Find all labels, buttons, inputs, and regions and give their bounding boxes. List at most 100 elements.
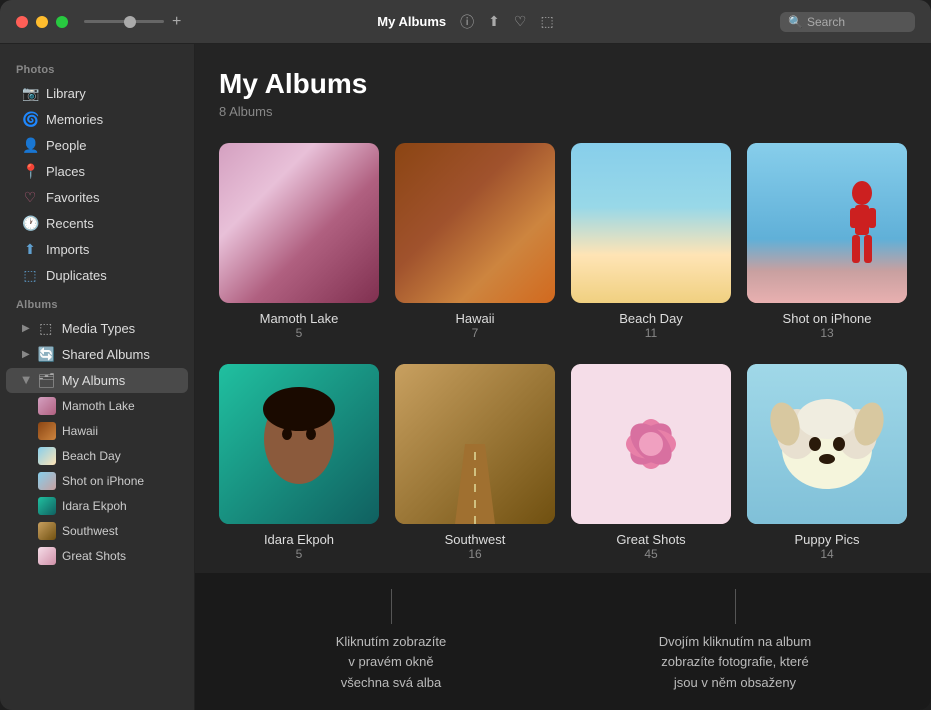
add-to-album-icon[interactable]: ⬚ [540, 13, 553, 30]
window-title: My Albums [377, 14, 446, 29]
sidebar-item-places-label: Places [46, 164, 85, 179]
minimize-button[interactable] [36, 16, 48, 28]
mamoth-thumb [38, 397, 56, 415]
slider-thumb [124, 16, 136, 28]
sub-mamoth-label: Mamoth Lake [62, 399, 135, 413]
album-puppy-pics[interactable]: Puppy Pics 14 [747, 364, 907, 561]
my-albums-icon: 🗂 [38, 372, 54, 389]
southwest-thumb [38, 522, 56, 540]
hawaii-count: 7 [472, 326, 479, 340]
mamoth-lake-thumb-bg [219, 143, 379, 303]
hawaii-thumb [38, 422, 56, 440]
sub-beach-label: Beach Day [62, 449, 121, 463]
sidebar-item-imports-label: Imports [46, 242, 89, 257]
content-subtitle: 8 Albums [219, 104, 907, 119]
titlebar-center: My Albums ⓘ ⬆ ♡ ⬚ [377, 12, 553, 32]
info-icon[interactable]: ⓘ [460, 12, 474, 32]
search-icon: 🔍 [788, 15, 803, 29]
mamoth-lake-thumb [219, 143, 379, 303]
sidebar-item-recents-label: Recents [46, 216, 94, 231]
sidebar-sub-beach-day[interactable]: Beach Day [6, 444, 188, 468]
idara-count: 5 [296, 547, 303, 561]
sidebar-item-media-types[interactable]: ▶ ⬚ Media Types [6, 316, 188, 341]
recents-icon: 🕐 [22, 215, 38, 232]
southwest-name: Southwest [445, 532, 506, 547]
puppy-pics-count: 14 [820, 547, 833, 561]
great-shots-count: 45 [644, 547, 657, 561]
app-window: + My Albums ⓘ ⬆ ♡ ⬚ 🔍 Photos 📷 Library [0, 0, 931, 710]
beach-day-thumb [571, 143, 731, 303]
share-icon[interactable]: ⬆ [488, 13, 500, 30]
sidebar-sub-mamoth-lake[interactable]: Mamoth Lake [6, 394, 188, 418]
sidebar-item-memories[interactable]: 🌀 Memories [6, 107, 188, 132]
annotation-right: Dvojím kliknutím na albumzobrazíte fotog… [563, 589, 907, 694]
people-icon: 👤 [22, 137, 38, 154]
annotation-area: Kliknutím zobrazítev pravém okněvšechna … [195, 573, 931, 710]
great-shots-name: Great Shots [616, 532, 685, 547]
shot-iphone-thumb [38, 472, 56, 490]
sidebar-item-places[interactable]: 📍 Places [6, 159, 188, 184]
idara-thumb-bg [219, 364, 379, 524]
beach-day-thumb [38, 447, 56, 465]
titlebar-icons: My Albums ⓘ ⬆ ♡ ⬚ [377, 12, 553, 32]
sidebar-item-favorites-label: Favorites [46, 190, 99, 205]
album-great-shots[interactable]: Great Shots 45 [571, 364, 731, 561]
sidebar-sub-southwest[interactable]: Southwest [6, 519, 188, 543]
great-shots-thumb [38, 547, 56, 565]
titlebar: + My Albums ⓘ ⬆ ♡ ⬚ 🔍 [0, 0, 931, 44]
beach-day-count: 11 [645, 326, 657, 340]
places-icon: 📍 [22, 163, 38, 180]
puppy-pics-thumb [747, 364, 907, 524]
content-title: My Albums [219, 68, 907, 100]
sidebar-item-my-albums-label: My Albums [62, 373, 126, 388]
sidebar-item-my-albums[interactable]: ▶ 🗂 My Albums [6, 368, 188, 393]
shared-albums-chevron: ▶ [22, 349, 30, 360]
sidebar-item-people-label: People [46, 138, 86, 153]
sidebar-item-imports[interactable]: ⬆ Imports [6, 237, 188, 262]
sub-hawaii-label: Hawaii [62, 424, 98, 438]
sidebar-item-people[interactable]: 👤 People [6, 133, 188, 158]
idara-name: Idara Ekpoh [264, 532, 334, 547]
album-hawaii[interactable]: Hawaii 7 [395, 143, 555, 340]
memories-icon: 🌀 [22, 111, 38, 128]
sidebar-item-library[interactable]: 📷 Library [6, 81, 188, 106]
maximize-button[interactable] [56, 16, 68, 28]
sidebar-sub-idara[interactable]: Idara Ekpoh [6, 494, 188, 518]
annotation-left: Kliknutím zobrazítev pravém okněvšechna … [219, 589, 563, 694]
sub-great-shots-label: Great Shots [62, 549, 126, 563]
sidebar-item-media-types-label: Media Types [62, 321, 135, 336]
favorites-icon: ♡ [22, 189, 38, 206]
search-box[interactable]: 🔍 [780, 12, 915, 32]
puppy-pics-thumb-bg [747, 364, 907, 524]
album-shot-iphone[interactable]: Shot on iPhone 13 [747, 143, 907, 340]
sidebar-item-favorites[interactable]: ♡ Favorites [6, 185, 188, 210]
media-types-chevron: ▶ [22, 323, 30, 334]
close-button[interactable] [16, 16, 28, 28]
zoom-slider[interactable]: + [84, 13, 181, 31]
media-types-icon: ⬚ [38, 320, 54, 337]
southwest-thumb-bg [395, 364, 555, 524]
shot-iphone-count: 13 [820, 326, 833, 340]
annotation-left-text: Kliknutím zobrazítev pravém okněvšechna … [336, 632, 447, 694]
sidebar-sub-great-shots[interactable]: Great Shots [6, 544, 188, 568]
sidebar-item-duplicates[interactable]: ⬚ Duplicates [6, 263, 188, 288]
album-idara[interactable]: Idara Ekpoh 5 [219, 364, 379, 561]
search-input[interactable] [807, 15, 907, 29]
sub-idara-label: Idara Ekpoh [62, 499, 127, 513]
favorite-icon[interactable]: ♡ [514, 13, 527, 30]
album-southwest[interactable]: Southwest 16 [395, 364, 555, 561]
hawaii-thumb [395, 143, 555, 303]
shot-iphone-name: Shot on iPhone [783, 311, 872, 326]
great-shots-thumb [571, 364, 731, 524]
sidebar: Photos 📷 Library 🌀 Memories 👤 People 📍 P… [0, 44, 195, 710]
sidebar-sub-hawaii[interactable]: Hawaii [6, 419, 188, 443]
album-mamoth-lake[interactable]: Mamoth Lake 5 [219, 143, 379, 340]
idara-thumb [219, 364, 379, 524]
sidebar-item-recents[interactable]: 🕐 Recents [6, 211, 188, 236]
shot-iphone-thumb-bg [747, 143, 907, 303]
imports-icon: ⬆ [22, 241, 38, 258]
album-beach-day[interactable]: Beach Day 11 [571, 143, 731, 340]
sidebar-item-shared-albums[interactable]: ▶ 🔄 Shared Albums [6, 342, 188, 367]
albums-section-label: Albums [0, 289, 194, 315]
sidebar-sub-shot-iphone[interactable]: Shot on iPhone [6, 469, 188, 493]
